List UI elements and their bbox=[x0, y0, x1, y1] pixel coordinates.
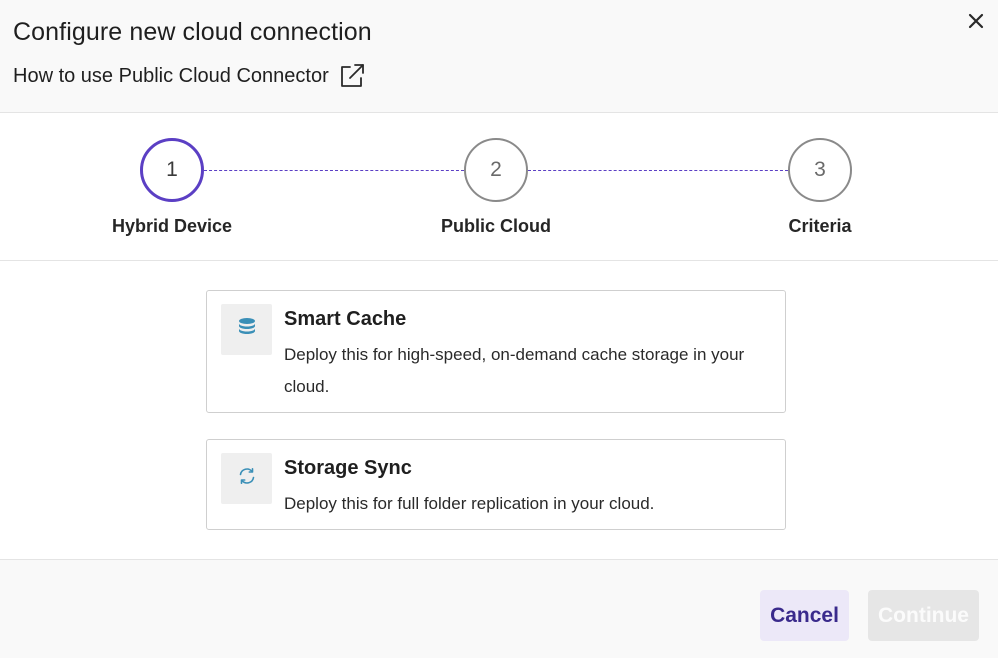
help-link[interactable]: How to use Public Cloud Connector bbox=[13, 62, 366, 90]
option-title: Storage Sync bbox=[284, 457, 412, 479]
step-number: 1 bbox=[140, 138, 204, 202]
option-description: Deploy this for full folder replication … bbox=[284, 494, 655, 513]
step-label: Hybrid Device bbox=[111, 216, 233, 236]
stepper: 1 Hybrid Device 2 Public Cloud 3 Criteri… bbox=[0, 113, 998, 261]
option-storage-sync[interactable]: Storage Sync Deploy this for full folder… bbox=[206, 439, 786, 530]
dialog-footer: Cancel Continue bbox=[0, 559, 998, 658]
cancel-button[interactable]: Cancel bbox=[760, 590, 849, 641]
configure-connection-dialog: Configure new cloud connection How to us… bbox=[0, 0, 998, 658]
step-criteria: 3 Criteria bbox=[740, 138, 900, 237]
step-hybrid-device: 1 Hybrid Device bbox=[92, 138, 252, 237]
sync-icon bbox=[237, 466, 257, 491]
step-public-cloud: 2 Public Cloud bbox=[416, 138, 576, 237]
step-label: Criteria bbox=[788, 216, 852, 236]
close-button[interactable] bbox=[963, 10, 989, 36]
external-link-icon bbox=[338, 62, 366, 90]
option-icon-container bbox=[221, 453, 272, 504]
option-smart-cache[interactable]: Smart Cache Deploy this for high-speed, … bbox=[206, 290, 786, 413]
step-number: 3 bbox=[788, 138, 852, 202]
dialog-title: Configure new cloud connection bbox=[13, 18, 372, 46]
continue-button[interactable]: Continue bbox=[868, 590, 979, 641]
step-number: 2 bbox=[464, 138, 528, 202]
database-icon bbox=[238, 317, 256, 342]
close-icon bbox=[968, 13, 984, 34]
help-link-label: How to use Public Cloud Connector bbox=[13, 64, 329, 87]
dialog-header: Configure new cloud connection How to us… bbox=[0, 0, 998, 113]
option-icon-container bbox=[221, 304, 272, 355]
option-description: Deploy this for high-speed, on-demand ca… bbox=[284, 345, 745, 396]
step-label: Public Cloud bbox=[441, 216, 551, 236]
option-title: Smart Cache bbox=[284, 308, 407, 330]
deployment-options: Smart Cache Deploy this for high-speed, … bbox=[0, 261, 998, 559]
